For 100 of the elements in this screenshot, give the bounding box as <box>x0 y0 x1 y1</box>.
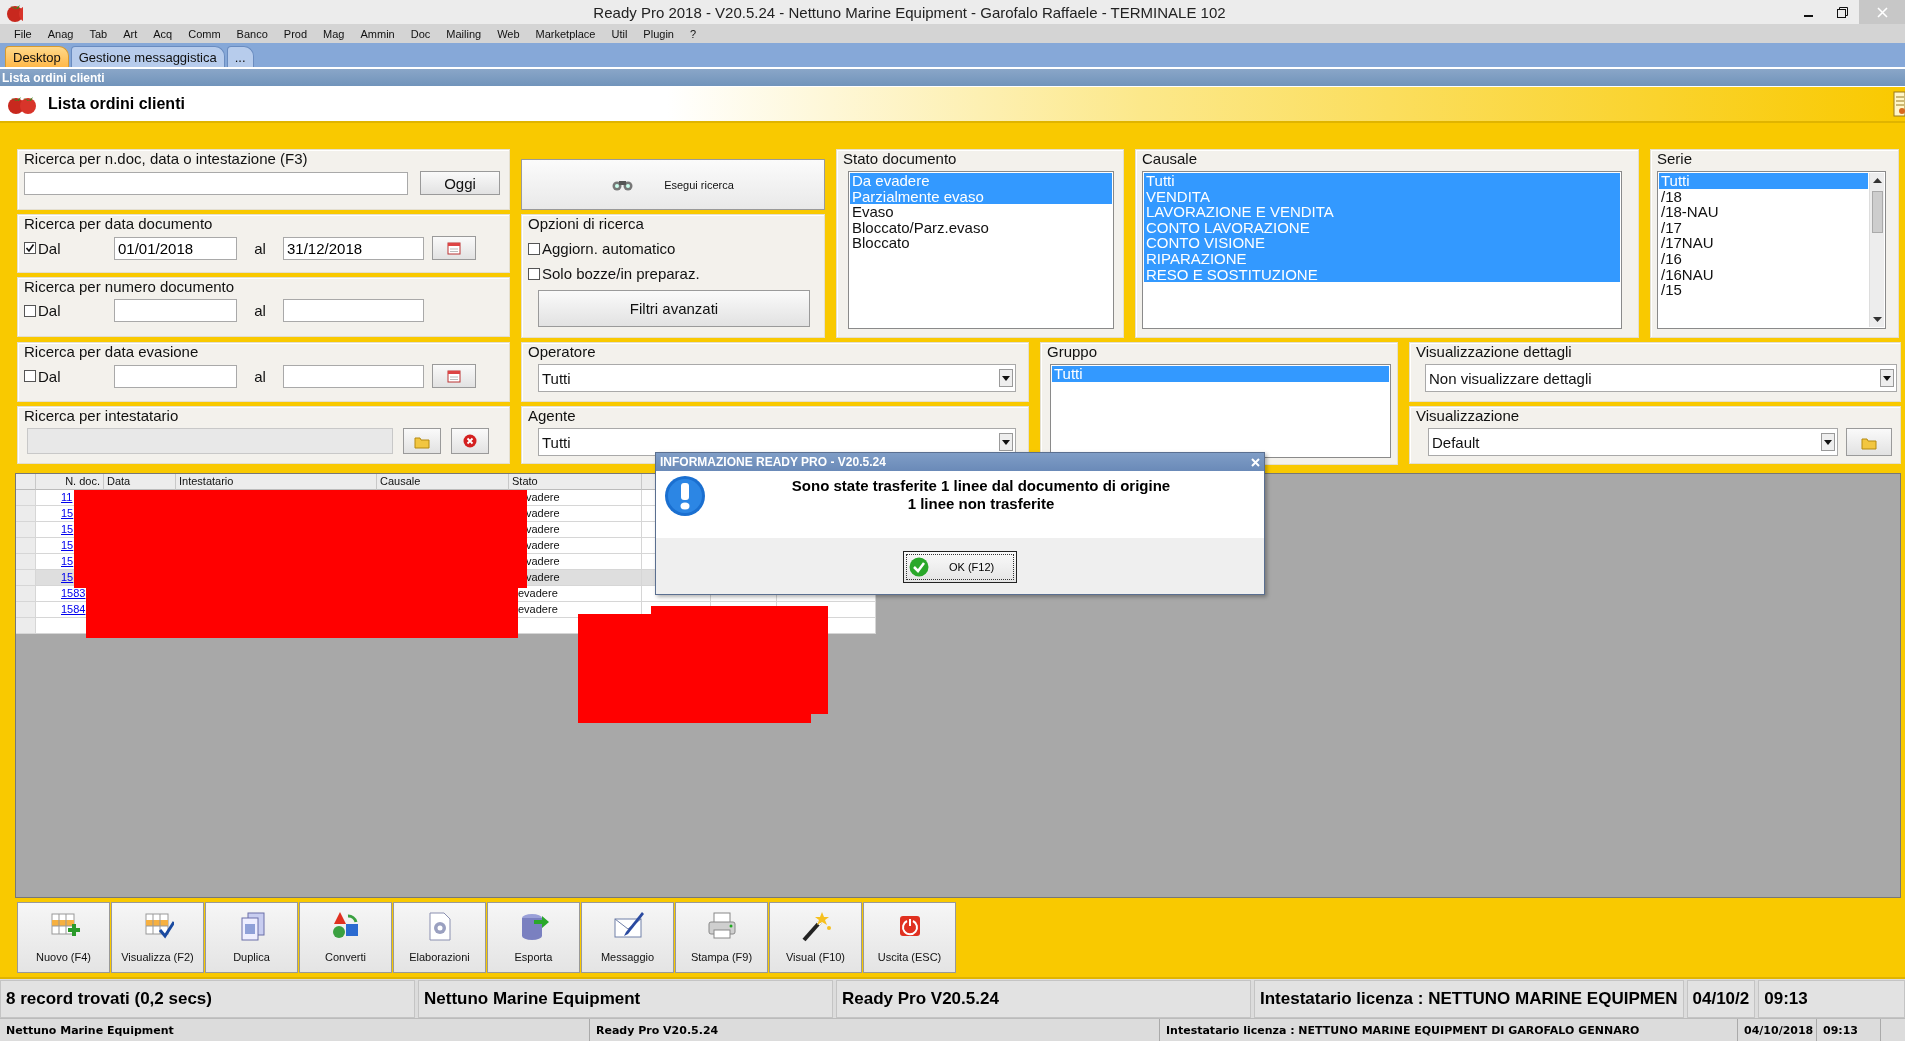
date-field[interactable] <box>283 299 424 322</box>
tab[interactable]: Gestione messaggistica <box>70 46 225 67</box>
checkbox[interactable] <box>24 304 36 317</box>
menu-item[interactable]: Marketplace <box>527 27 604 40</box>
menu-item[interactable]: Prod <box>275 27 316 40</box>
menu-item[interactable]: Mag <box>315 27 353 40</box>
toolbar-button[interactable]: Esporta <box>487 902 580 973</box>
group-label: Opzioni di ricerca <box>528 215 644 234</box>
checkbox[interactable] <box>24 370 36 382</box>
document-link[interactable]: 1584 <box>61 603 86 615</box>
date-field[interactable] <box>114 364 237 388</box>
dropdown[interactable]: Non visualizzare dettagli <box>1425 364 1897 392</box>
scroll-bar[interactable] <box>1869 173 1884 327</box>
document-link[interactable]: 15 <box>61 571 74 583</box>
list-item[interactable]: /17NAU <box>1659 235 1868 251</box>
dropdown[interactable]: Default <box>1428 428 1838 456</box>
menu-item[interactable]: ? <box>681 27 705 40</box>
calendar-button[interactable] <box>432 364 476 388</box>
toolbar-button[interactable]: Converti <box>299 902 392 973</box>
toolbar-button[interactable]: Visualizza (F2) <box>111 902 204 973</box>
toolbar-button[interactable]: Messaggio <box>581 902 674 973</box>
list-item[interactable]: Evaso <box>850 204 1112 220</box>
row-header[interactable] <box>16 618 36 634</box>
row-header[interactable] <box>16 602 36 618</box>
search-button[interactable]: Esegui ricerca <box>521 159 825 210</box>
row-header[interactable] <box>16 586 36 602</box>
list-item[interactable]: Bloccato <box>850 235 1112 251</box>
calendar-icon <box>447 241 461 255</box>
status-text: Intestatario licenza : NETTUNO MARINE EQUIPMENT DI GAROFALO GENNARO <box>1166 1023 1640 1037</box>
menu-item[interactable]: Acq <box>145 27 181 40</box>
checkbox[interactable] <box>528 242 540 255</box>
list-item[interactable]: /18 <box>1659 188 1868 205</box>
advanced-filters-button[interactable]: Filtri avanzati <box>538 290 810 327</box>
list-box[interactable]: Da evadere Parzialmente evaso Evaso Bloccato/Parz.evaso Bloccato <box>848 171 1114 329</box>
document-link[interactable]: 15 <box>61 523 74 535</box>
checkbox[interactable] <box>24 242 36 254</box>
list-item[interactable]: Bloccato/Parz.evaso <box>850 219 1112 236</box>
column-header[interactable]: N. doc. <box>36 474 104 490</box>
toolbar-button[interactable]: Uscita (ESC) <box>863 902 956 973</box>
tab[interactable]: Desktop <box>5 46 69 67</box>
toolbar-button[interactable]: Visual (F10) <box>769 902 862 973</box>
menu-item[interactable]: Ammin <box>352 27 403 40</box>
scroll-thumb[interactable] <box>1871 191 1883 233</box>
menu-item[interactable]: Banco <box>228 27 276 40</box>
calendar-button[interactable] <box>432 236 476 260</box>
column-header[interactable]: Causale <box>377 474 509 490</box>
menu-item[interactable]: Tab <box>81 27 116 40</box>
document-link[interactable]: 15 <box>61 507 74 519</box>
row-header[interactable] <box>16 554 36 570</box>
row-header[interactable] <box>16 570 36 586</box>
status-text: Ready Pro V20.5.24 <box>596 1023 719 1037</box>
menu-item[interactable]: Mailing <box>438 27 490 40</box>
document-link[interactable]: 15 <box>61 555 74 567</box>
folder-button[interactable] <box>403 428 441 454</box>
row-header[interactable] <box>16 522 36 538</box>
tab[interactable]: ... <box>226 46 254 67</box>
checkbox[interactable] <box>528 267 540 280</box>
menu-item[interactable]: Doc <box>402 27 439 40</box>
row-header[interactable] <box>16 538 36 554</box>
menu-item[interactable]: File <box>6 27 40 40</box>
date-field[interactable] <box>114 299 237 322</box>
list-item[interactable]: /15 <box>1659 282 1868 298</box>
today-button[interactable]: Oggi <box>420 171 500 195</box>
search-field[interactable] <box>24 171 408 195</box>
caret-icon <box>1002 375 1010 381</box>
status-text: Nettuno Marine Equipment <box>424 989 641 1009</box>
row-header[interactable] <box>16 490 36 506</box>
date-field[interactable]: 01/01/2018 <box>114 236 237 260</box>
ok-button[interactable]: OK (F12) <box>903 551 1017 583</box>
clear-button[interactable] <box>451 428 489 454</box>
menu-item[interactable]: Anag <box>39 27 82 40</box>
toolbar-button[interactable]: Duplica <box>205 902 298 973</box>
dialog-title: INFORMAZIONE READY PRO - V20.5.24 <box>660 455 886 469</box>
column-header[interactable]: Stato <box>509 474 642 490</box>
list-box[interactable]: Tutti /18 /18-NAU /17 /17NAU /16 /16NAU /15 <box>1657 171 1886 329</box>
menu-item[interactable]: Plugin <box>635 27 682 40</box>
menu-item[interactable]: Util <box>603 27 636 40</box>
toolbar-button[interactable]: Nuovo (F4) <box>17 902 110 973</box>
menu-item[interactable]: Art <box>115 27 146 40</box>
status-text: 09:13 <box>1764 989 1808 1009</box>
column-header[interactable]: Data <box>104 474 176 490</box>
group-label: Ricerca per numero documento <box>24 278 235 297</box>
document-link[interactable]: 11 <box>61 491 73 503</box>
dropdown[interactable]: Tutti <box>538 364 1016 392</box>
toolbar-button[interactable]: Elaborazioni <box>393 902 486 973</box>
folder-button[interactable] <box>1846 428 1892 456</box>
row-header[interactable] <box>16 506 36 522</box>
date-field[interactable]: 31/12/2018 <box>283 236 424 260</box>
menu-item[interactable]: Web <box>489 27 528 40</box>
menu-item[interactable]: Comm <box>180 27 229 40</box>
list-item[interactable]: /18-NAU <box>1659 204 1868 220</box>
list-item[interactable]: /16 <box>1659 250 1868 267</box>
document-link[interactable]: 15 <box>61 539 74 551</box>
column-header[interactable]: Intestatario <box>176 474 377 490</box>
list-item[interactable]: /16NAU <box>1659 266 1868 283</box>
caret-icon <box>1872 317 1882 323</box>
list-item[interactable]: /17 <box>1659 219 1868 236</box>
date-field[interactable] <box>283 364 424 388</box>
toolbar-button[interactable]: Stampa (F9) <box>675 902 768 973</box>
document-link[interactable]: 1583 <box>61 587 86 599</box>
